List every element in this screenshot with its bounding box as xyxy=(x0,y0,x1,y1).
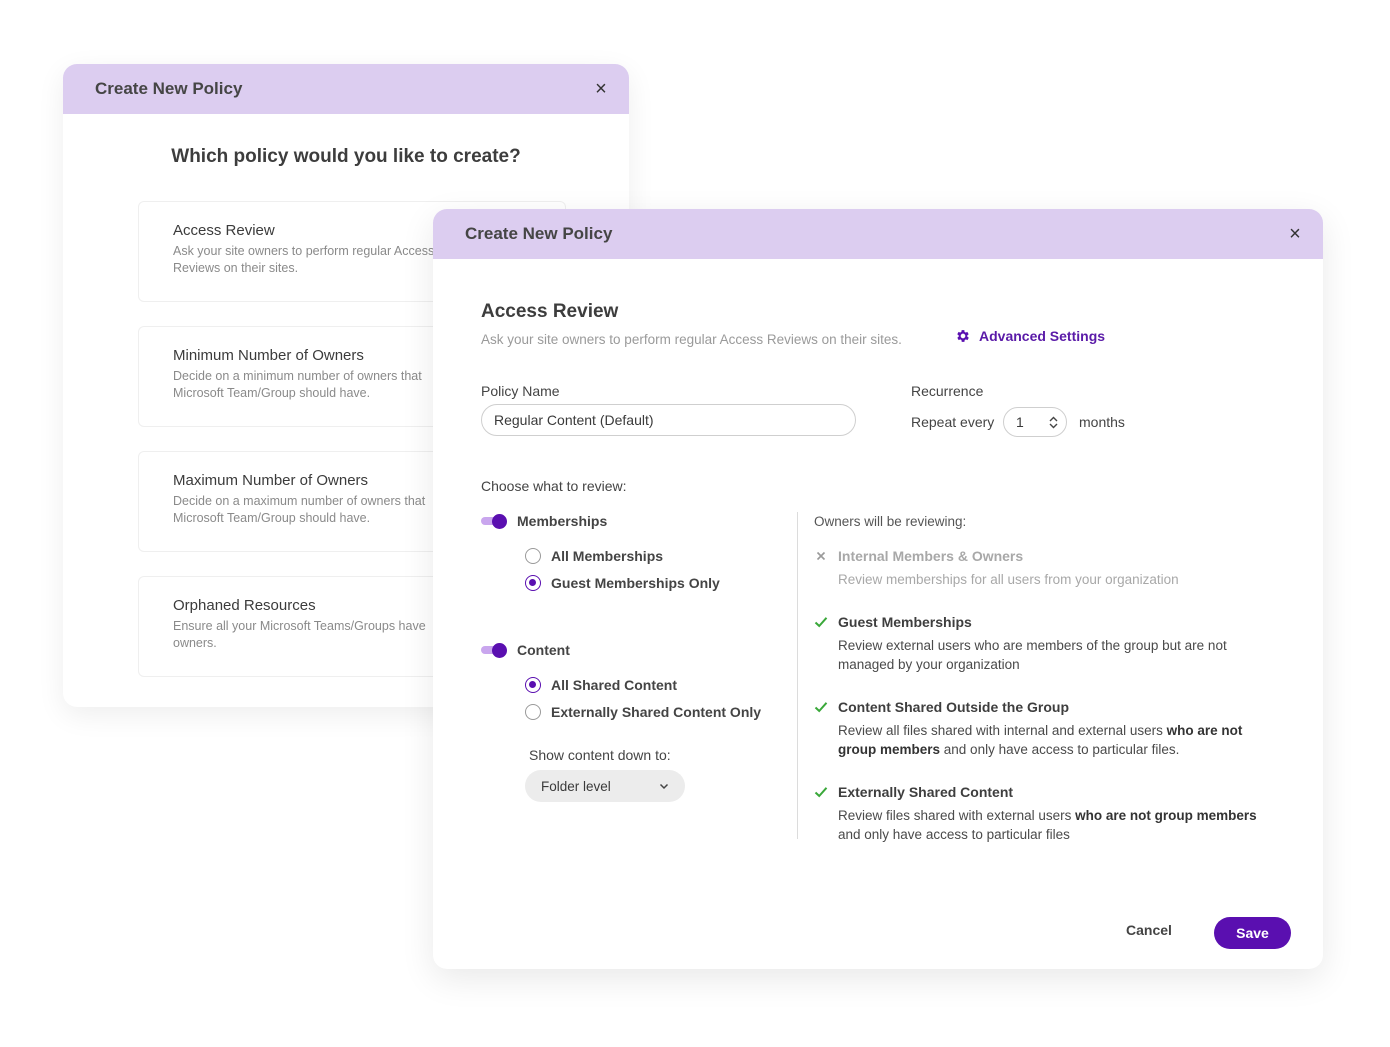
radio-external-content[interactable] xyxy=(525,704,541,720)
stage: Create New Policy × Which policy would y… xyxy=(0,0,1390,1047)
review-item-body: Review files shared with external users … xyxy=(838,806,1278,844)
review-item-body: Review all files shared with internal an… xyxy=(838,721,1274,759)
memberships-label: Memberships xyxy=(517,513,608,529)
review-item-body: Review memberships for all users from yo… xyxy=(838,572,1179,587)
advanced-settings-link[interactable]: Advanced Settings xyxy=(955,328,1105,344)
radio-guest-memberships[interactable] xyxy=(525,575,541,591)
policy-name-label: Policy Name xyxy=(481,383,560,399)
repeat-value: 1 xyxy=(1016,414,1024,430)
check-icon xyxy=(814,702,828,713)
review-item-guest: Guest Memberships Review external users … xyxy=(814,614,1274,674)
save-button[interactable]: Save xyxy=(1214,917,1291,949)
policy-name-input[interactable] xyxy=(481,404,856,436)
content-label: Content xyxy=(517,642,570,658)
policy-question: Which policy would you like to create? xyxy=(171,146,521,167)
show-content-label: Show content down to: xyxy=(529,747,671,763)
section-description: Ask your site owners to perform regular … xyxy=(481,332,902,347)
stepper-arrows-icon[interactable] xyxy=(1049,416,1058,429)
body-text: Review files shared with external users xyxy=(838,808,1076,823)
dialog-header: Create New Policy × xyxy=(63,64,629,114)
cancel-button[interactable]: Cancel xyxy=(1126,922,1172,938)
policy-option-desc: Ask your site owners to perform regular … xyxy=(173,244,435,275)
dialog-title: Create New Policy xyxy=(95,79,243,98)
content-level-select[interactable]: Folder level xyxy=(525,770,685,802)
recurrence-label: Recurrence xyxy=(911,383,984,399)
dialog-header: Create New Policy × xyxy=(433,209,1323,259)
radio-external-content-label[interactable]: Externally Shared Content Only xyxy=(551,704,761,720)
body-emphasis: who are not group members xyxy=(1075,808,1257,823)
policy-option-desc: Ensure all your Microsoft Teams/Groups h… xyxy=(173,619,426,650)
repeat-unit-label: months xyxy=(1079,414,1125,430)
radio-all-shared-content-label[interactable]: All Shared Content xyxy=(551,677,677,693)
radio-all-memberships[interactable] xyxy=(525,548,541,564)
radio-all-memberships-label[interactable]: All Memberships xyxy=(551,548,663,564)
radio-all-shared-content[interactable] xyxy=(525,677,541,693)
toggle-knob xyxy=(492,514,507,529)
body-text: Review all files shared with internal an… xyxy=(838,723,1167,738)
dialog-title: Create New Policy xyxy=(465,224,613,243)
chevron-down-icon xyxy=(659,783,669,789)
review-item-internal: Internal Members & Owners Review members… xyxy=(814,548,1274,589)
radio-guest-memberships-label[interactable]: Guest Memberships Only xyxy=(551,575,720,591)
repeat-every-label: Repeat every xyxy=(911,414,995,430)
body-text: and only have access to particular files xyxy=(838,827,1070,842)
policy-option-desc: Decide on a minimum number of owners tha… xyxy=(173,369,422,400)
choose-review-label: Choose what to review: xyxy=(481,478,627,494)
check-icon xyxy=(814,787,828,798)
close-icon xyxy=(816,551,826,561)
policy-option-desc: Decide on a maximum number of owners tha… xyxy=(173,494,426,525)
review-item-title: Externally Shared Content xyxy=(838,784,1014,800)
review-item-title: Content Shared Outside the Group xyxy=(838,699,1070,715)
review-summary-heading: Owners will be reviewing: xyxy=(814,514,967,529)
content-toggle[interactable] xyxy=(481,643,507,658)
review-item-content-outside: Content Shared Outside the Group Review … xyxy=(814,699,1274,759)
close-icon[interactable]: × xyxy=(591,79,611,99)
advanced-settings-label: Advanced Settings xyxy=(979,328,1106,344)
section-title: Access Review xyxy=(481,301,619,322)
toggle-knob xyxy=(492,643,507,658)
check-icon xyxy=(814,617,828,628)
close-icon[interactable]: × xyxy=(1285,224,1305,244)
access-review-dialog: Create New Policy × Access Review Ask yo… xyxy=(433,209,1323,969)
review-item-title: Internal Members & Owners xyxy=(838,548,1024,564)
review-item-title: Guest Memberships xyxy=(838,614,972,630)
body-text: and only have access to particular files… xyxy=(940,742,1180,757)
column-divider xyxy=(797,512,798,839)
memberships-toggle[interactable] xyxy=(481,514,507,529)
gear-icon xyxy=(957,330,969,342)
review-item-external-content: Externally Shared Content Review files s… xyxy=(814,784,1274,844)
review-item-body: Review external users who are members of… xyxy=(838,638,1227,672)
content-level-value: Folder level xyxy=(541,778,611,794)
repeat-stepper[interactable]: 1 xyxy=(1003,407,1067,437)
